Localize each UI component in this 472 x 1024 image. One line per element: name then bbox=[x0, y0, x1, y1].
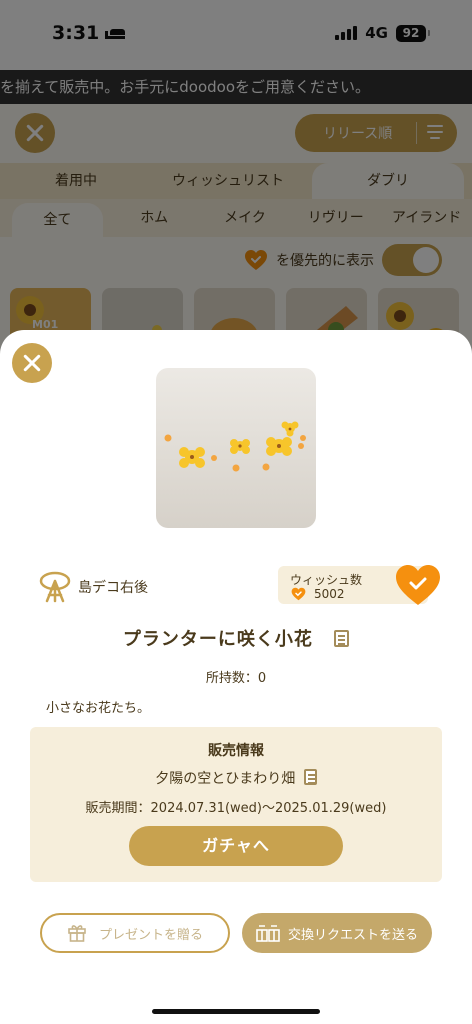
sales-title: 販売情報 bbox=[208, 743, 264, 759]
item-image bbox=[156, 368, 316, 528]
present-button[interactable]: プレゼントを贈る bbox=[40, 913, 230, 953]
sales-period: 販売期間：2024.07.31(wed)〜2025.01.29(wed) bbox=[85, 801, 387, 816]
island-deco-icon bbox=[39, 571, 71, 603]
location-label: 島デコ右後 bbox=[78, 580, 148, 596]
sales-event: 夕陽の空とひまわり畑 bbox=[155, 771, 296, 787]
sales-event-row: 夕陽の空とひまわり畑 bbox=[30, 768, 442, 788]
exchange-gift-icon bbox=[256, 925, 280, 942]
copy-icon[interactable] bbox=[334, 630, 350, 647]
gift-icon bbox=[68, 925, 86, 942]
copy-icon[interactable] bbox=[303, 769, 317, 785]
trade-request-button[interactable]: 交換リクエストを送る bbox=[242, 913, 432, 953]
item-description: 小さなお花たち。 bbox=[46, 701, 151, 716]
trade-label: 交換リクエストを送る bbox=[287, 927, 418, 943]
home-indicator[interactable] bbox=[152, 1009, 320, 1014]
close-icon[interactable] bbox=[12, 343, 52, 383]
sales-info-panel: 販売情報 夕陽の空とひまわり畑 販売期間：2024.07.31(wed)〜202… bbox=[30, 727, 442, 882]
heart-icon bbox=[291, 587, 306, 601]
gacha-button[interactable]: ガチャへ bbox=[129, 826, 343, 866]
present-label: プレゼントを贈る bbox=[98, 927, 203, 943]
owned-count: 所持数：0 bbox=[205, 671, 267, 686]
item-name-row: プランターに咲く小花 bbox=[0, 625, 472, 651]
item-name: プランターに咲く小花 bbox=[122, 629, 313, 650]
small-flowers-icon bbox=[164, 421, 306, 472]
item-location: 島デコ右後 bbox=[38, 570, 148, 604]
wishlist-heart-icon[interactable] bbox=[394, 563, 442, 607]
wish-count: 5002 bbox=[314, 587, 345, 601]
wish-label: ウィッシュ数 bbox=[290, 573, 363, 587]
